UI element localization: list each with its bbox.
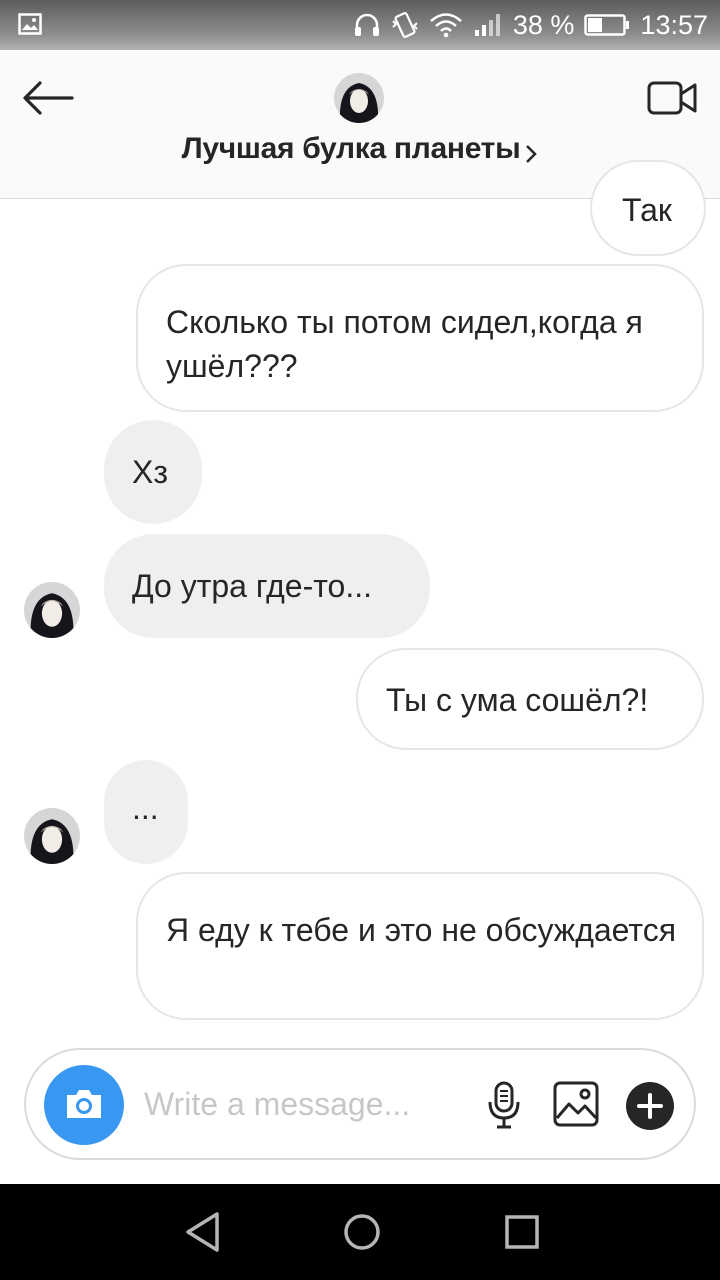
message-text: До утра где-то... xyxy=(132,568,372,604)
page-title: Лучшая булка планеты xyxy=(181,132,521,165)
avatar[interactable] xyxy=(24,582,80,638)
chevron-right-icon xyxy=(526,144,538,163)
camera-icon xyxy=(67,1090,101,1118)
avatar[interactable] xyxy=(334,73,384,123)
message-bubble-outgoing[interactable]: Сколько ты потом сидел,когда я ушёл??? xyxy=(136,264,704,412)
avatar[interactable] xyxy=(24,808,80,864)
nav-back-icon[interactable] xyxy=(182,1210,222,1254)
microphone-icon[interactable] xyxy=(484,1080,524,1130)
back-arrow-icon[interactable] xyxy=(22,80,74,116)
nav-home-icon[interactable] xyxy=(340,1210,384,1254)
wifi-icon xyxy=(430,13,462,38)
message-bubble-incoming[interactable]: ... xyxy=(104,760,188,864)
message-bubble-incoming[interactable]: Хз xyxy=(104,420,202,524)
message-text: Так xyxy=(622,192,672,228)
battery-icon xyxy=(584,14,630,36)
signal-icon xyxy=(474,14,500,36)
message-text: ... xyxy=(132,790,159,826)
message-text: Хз xyxy=(132,454,169,490)
gallery-icon xyxy=(18,13,42,35)
plus-icon xyxy=(637,1093,663,1119)
message-composer xyxy=(24,1048,696,1160)
message-bubble-outgoing[interactable]: Так xyxy=(590,160,706,256)
message-input[interactable] xyxy=(144,1078,474,1130)
message-text: Сколько ты потом сидел,когда я ушёл??? xyxy=(166,304,643,384)
message-bubble-outgoing[interactable]: Я еду к тебе и это не обсуждается xyxy=(136,872,704,1020)
battery-percent: 38 % xyxy=(512,9,575,40)
message-bubble-outgoing[interactable]: Ты с ума сошёл?! xyxy=(356,648,704,750)
status-bar: 38 % 13:57 xyxy=(0,0,720,50)
vibrate-icon xyxy=(392,12,418,38)
image-icon[interactable] xyxy=(552,1080,600,1128)
more-actions-button[interactable] xyxy=(626,1082,674,1130)
video-call-icon[interactable] xyxy=(646,78,698,118)
message-bubble-incoming[interactable]: До утра где-то... xyxy=(104,534,430,638)
message-text: Ты с ума сошёл?! xyxy=(386,682,649,718)
camera-button[interactable] xyxy=(44,1065,124,1145)
conversation-title[interactable]: Лучшая булка планеты xyxy=(0,132,720,166)
message-text: Я еду к тебе и это не обсуждается xyxy=(166,912,677,948)
system-navigation-bar xyxy=(0,1184,720,1280)
nav-recents-icon[interactable] xyxy=(502,1210,542,1254)
headphones-icon xyxy=(354,13,379,36)
clock: 13:57 xyxy=(640,9,708,40)
